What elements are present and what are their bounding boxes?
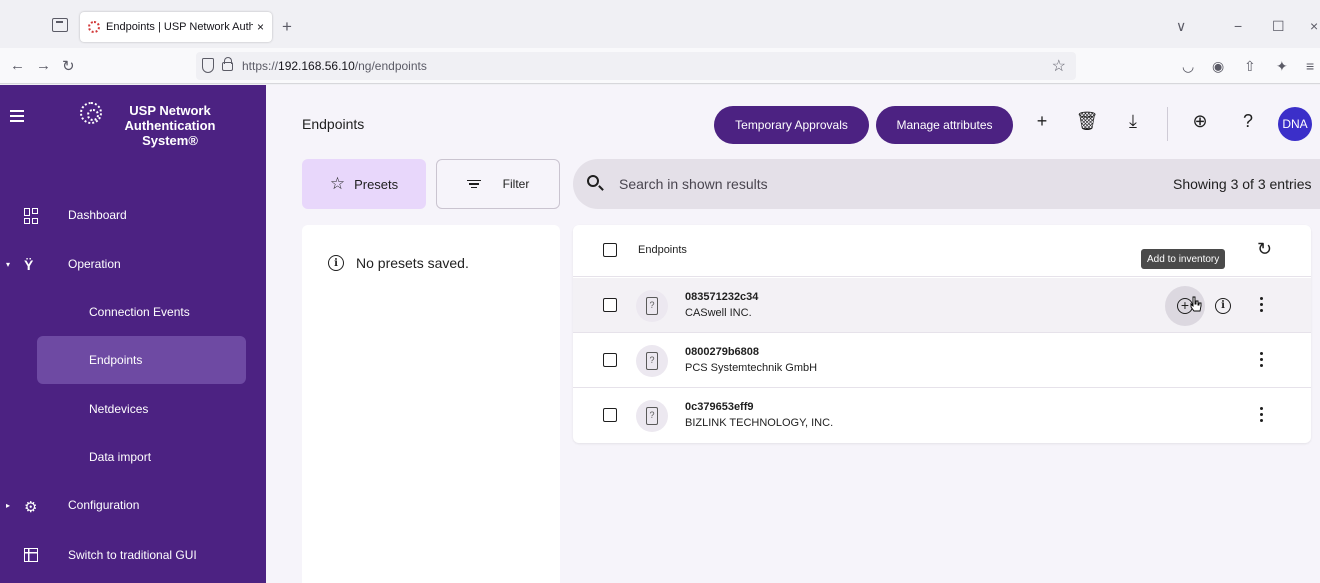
lock-icon[interactable] xyxy=(222,57,233,71)
table-icon xyxy=(24,548,38,562)
sidebar-item-configuration[interactable]: ▸ ⚙ Configuration xyxy=(0,481,266,529)
tab-title: Endpoints | USP Network Authe xyxy=(106,21,253,33)
column-header-endpoints: Endpoints xyxy=(638,244,687,256)
more-actions-icon[interactable] xyxy=(1260,297,1264,313)
entries-count: Showing 3 of 3 entries xyxy=(1163,159,1320,209)
tab-overflow-icon[interactable]: ∨ xyxy=(1176,18,1186,35)
info-icon[interactable]: i xyxy=(1215,298,1231,314)
row-checkbox[interactable] xyxy=(603,298,617,312)
unknown-device-icon xyxy=(636,400,668,432)
more-actions-icon[interactable] xyxy=(1260,407,1264,423)
table-row[interactable]: 0c379653eff9 BIZLINK TECHNOLOGY, INC. xyxy=(573,388,1311,443)
tooltip: Add to inventory xyxy=(1141,249,1226,269)
filter-button[interactable]: Filter xyxy=(436,159,560,209)
presets-panel: i No presets saved. xyxy=(302,225,560,583)
search-bar xyxy=(573,159,1163,209)
pocket-icon[interactable]: ◡ xyxy=(1182,58,1194,75)
endpoint-mac: 0800279b6808 xyxy=(685,346,760,358)
browser-nav-bar: ← → ↻ https://192.168.56.10/ng/endpoints… xyxy=(0,48,1320,84)
favicon-icon xyxy=(88,21,100,33)
table-row[interactable]: 0800279b6808 PCS Systemtechnik GmbH xyxy=(573,333,1311,388)
sidebar-item-netdevices[interactable]: Netdevices xyxy=(0,385,266,433)
hand-cursor-icon xyxy=(1190,296,1202,312)
delete-icon[interactable]: 🗑 xyxy=(1075,111,1099,132)
endpoint-vendor: BIZLINK TECHNOLOGY, INC. xyxy=(685,417,834,429)
no-presets-message: i No presets saved. xyxy=(328,255,469,271)
manage-attributes-button[interactable]: Manage attributes xyxy=(876,106,1013,144)
row-checkbox[interactable] xyxy=(603,353,617,367)
unknown-device-icon xyxy=(636,345,668,377)
dashboard-icon xyxy=(24,208,38,224)
search-icon xyxy=(587,175,599,187)
download-icon[interactable]: ⤓ xyxy=(1121,111,1145,132)
select-all-checkbox[interactable] xyxy=(603,243,617,257)
sidebar-item-traditional-gui[interactable]: Switch to traditional GUI xyxy=(0,531,266,579)
endpoint-vendor: CASwell INC. xyxy=(685,307,752,319)
unknown-device-icon xyxy=(636,290,668,322)
reload-icon[interactable]: ↻ xyxy=(62,57,75,75)
sidebar-item-operation[interactable]: ▾ Ÿ Operation xyxy=(0,240,266,288)
add-icon[interactable]: + xyxy=(1030,111,1054,132)
sidebar-item-endpoints[interactable]: Endpoints xyxy=(37,336,246,384)
avatar[interactable]: DNA xyxy=(1278,107,1312,141)
url-text[interactable]: https://192.168.56.10/ng/endpoints xyxy=(242,59,427,73)
filter-icon xyxy=(466,178,481,191)
minimize-button[interactable]: − xyxy=(1234,18,1242,34)
refresh-icon[interactable]: ↻ xyxy=(1257,239,1272,260)
tab-list-icon[interactable] xyxy=(52,18,68,32)
menu-icon[interactable]: ≡ xyxy=(1306,58,1314,74)
logo-icon xyxy=(80,102,102,124)
expand-caret-icon[interactable]: ▾ xyxy=(6,260,10,269)
endpoint-mac: 0c379653eff9 xyxy=(685,401,754,413)
page-title: Endpoints xyxy=(302,116,365,132)
app: USP Network Authentication System® Dashb… xyxy=(0,85,1320,583)
back-icon[interactable]: ← xyxy=(10,57,25,74)
globe-icon[interactable]: ⊕ xyxy=(1188,111,1212,132)
url-bar[interactable]: https://192.168.56.10/ng/endpoints ☆ xyxy=(196,52,1076,80)
browser-tab-bar: Endpoints | USP Network Authe × + ∨ − ☐ … xyxy=(0,0,1320,48)
bookmark-star-icon[interactable]: ☆ xyxy=(1052,56,1066,76)
endpoint-mac: 083571232c34 xyxy=(685,291,759,303)
tracking-shield-icon[interactable] xyxy=(202,58,214,73)
endpoint-vendor: PCS Systemtechnik GmbH xyxy=(685,362,818,374)
browser-tab[interactable]: Endpoints | USP Network Authe × xyxy=(80,12,272,42)
sidebar-item-dashboard[interactable]: Dashboard xyxy=(0,191,266,239)
presets-button[interactable]: ☆ Presets xyxy=(302,159,426,209)
help-icon[interactable]: ? xyxy=(1236,111,1260,132)
gear-icon: ⚙ xyxy=(24,499,38,516)
sidebar-item-connection-events[interactable]: Connection Events xyxy=(0,288,266,336)
hamburger-menu-icon[interactable] xyxy=(10,110,24,122)
account-icon[interactable]: ◉ xyxy=(1212,58,1224,75)
close-window-button[interactable]: × xyxy=(1310,18,1318,34)
sidebar-item-data-import[interactable]: Data import xyxy=(0,433,266,481)
extensions-icon[interactable]: ⇧ xyxy=(1244,58,1256,75)
temporary-approvals-button[interactable]: Temporary Approvals xyxy=(714,106,869,144)
forward-icon[interactable]: → xyxy=(36,57,51,74)
addon-icon[interactable]: ✦ xyxy=(1276,58,1288,75)
tab-close-icon[interactable]: × xyxy=(257,20,264,34)
row-checkbox[interactable] xyxy=(603,408,617,422)
sidebar: USP Network Authentication System® Dashb… xyxy=(0,85,266,583)
search-input[interactable] xyxy=(619,174,1139,194)
star-icon: ☆ xyxy=(329,174,346,193)
more-actions-icon[interactable] xyxy=(1260,352,1264,368)
header-divider xyxy=(1167,107,1168,141)
operation-icon: Ÿ xyxy=(24,257,34,273)
collapse-caret-icon[interactable]: ▸ xyxy=(6,501,10,510)
new-tab-button[interactable]: + xyxy=(282,17,292,37)
maximize-button[interactable]: ☐ xyxy=(1272,18,1285,35)
info-icon: i xyxy=(328,255,344,271)
brand-name: USP Network Authentication System® xyxy=(124,103,216,148)
